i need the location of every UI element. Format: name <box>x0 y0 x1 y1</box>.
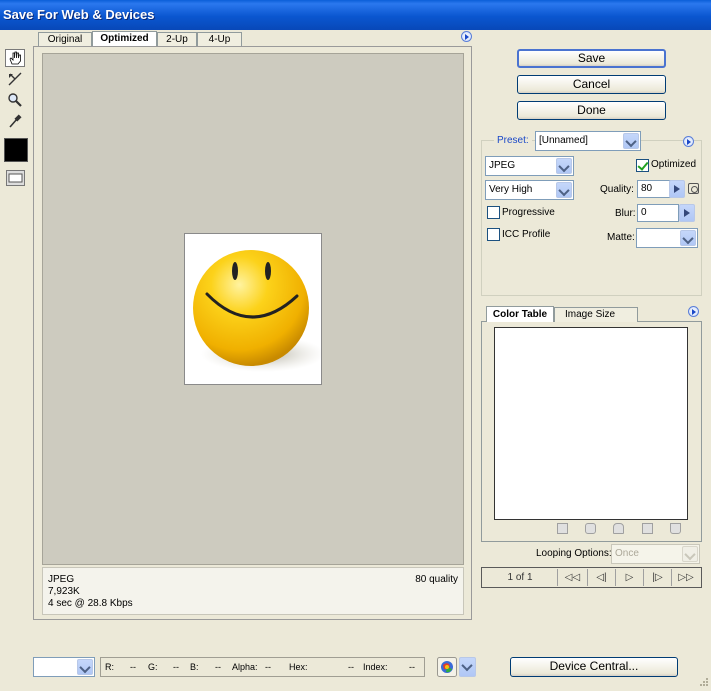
looping-options-dropdown[interactable]: Once <box>611 544 700 564</box>
preview-image[interactable] <box>184 233 322 385</box>
zoom-level-dropdown[interactable] <box>33 657 95 677</box>
title-bar: Save For Web & Devices <box>0 0 711 30</box>
optimized-label: Optimized <box>651 159 697 170</box>
zoom-tool[interactable] <box>5 91 25 109</box>
eyedropper-icon <box>9 114 22 128</box>
r-label: R: <box>105 662 114 672</box>
eyedropper-tool[interactable] <box>5 112 25 130</box>
info-size: 7,923K <box>48 586 80 597</box>
preview-in-browser-button[interactable] <box>437 657 457 677</box>
icc-profile-checkbox[interactable] <box>487 228 500 241</box>
color-readout: R: -- G: -- B: -- Alpha: -- Hex: -- Inde… <box>100 657 425 677</box>
lock-icon[interactable] <box>613 523 624 534</box>
hex-label: Hex: <box>289 662 308 672</box>
looping-options-label: Looping Options: <box>536 548 612 559</box>
next-frame-button[interactable]: |▷ <box>644 570 671 585</box>
quality-preset-dropdown[interactable]: Very High <box>485 180 574 200</box>
quality-channel-icon[interactable] <box>688 183 699 194</box>
quality-value: 80 <box>641 183 653 194</box>
quality-preset-value: Very High <box>489 184 533 195</box>
tab-image-size[interactable]: Image Size <box>554 307 638 322</box>
toggle-slices-button[interactable] <box>6 170 25 186</box>
b-value: -- <box>215 662 221 672</box>
first-frame-button[interactable]: ◁◁ <box>558 570 587 585</box>
save-button[interactable]: Save <box>517 49 666 68</box>
matte-dropdown[interactable] <box>636 228 698 248</box>
play-button[interactable]: ▷ <box>616 570 643 585</box>
web-snap-icon[interactable] <box>585 523 596 534</box>
blur-slider-button[interactable] <box>679 204 695 222</box>
last-frame-button[interactable]: ▷▷ <box>672 570 700 585</box>
alpha-label: Alpha: <box>232 662 258 672</box>
quality-slider-button[interactable] <box>669 180 685 198</box>
hand-tool[interactable] <box>5 49 25 67</box>
tab-color-table[interactable]: Color Table <box>486 306 554 322</box>
resize-grip-icon[interactable] <box>697 677 709 689</box>
preset-dropdown[interactable]: [Unnamed] <box>535 131 641 151</box>
blur-label: Blur: <box>615 208 636 219</box>
optimized-info-panel: JPEG 7,923K 4 sec @ 28.8 Kbps 80 quality <box>42 567 464 615</box>
index-value: -- <box>409 662 415 672</box>
r-value: -- <box>130 662 136 672</box>
matte-label: Matte: <box>607 232 635 243</box>
chevron-down-icon <box>623 133 639 149</box>
index-label: Index: <box>363 662 388 672</box>
window-title: Save For Web & Devices <box>3 7 155 22</box>
chevron-down-icon <box>682 546 698 562</box>
preset-label: Preset: <box>494 135 532 146</box>
slices-icon <box>8 173 23 183</box>
device-central-button[interactable]: Device Central... <box>510 657 678 677</box>
color-table-swatches[interactable] <box>494 327 688 520</box>
eyedropper-color-swatch[interactable] <box>4 138 28 162</box>
map-transparent-icon[interactable] <box>557 523 568 534</box>
tab-original[interactable]: Original <box>38 32 92 46</box>
info-format: JPEG <box>48 574 75 585</box>
quality-input[interactable]: 80 <box>637 180 671 198</box>
icc-profile-label: ICC Profile <box>502 229 551 240</box>
g-value: -- <box>173 662 179 672</box>
blur-value: 0 <box>641 207 647 218</box>
settings-menu-icon[interactable] <box>683 136 694 147</box>
done-button[interactable]: Done <box>517 101 666 120</box>
new-color-icon[interactable] <box>642 523 653 534</box>
frame-counter: 1 of 1 <box>507 572 533 583</box>
optimized-checkbox[interactable] <box>636 159 649 172</box>
looping-options-value: Once <box>615 548 639 559</box>
progressive-checkbox[interactable] <box>487 206 500 219</box>
browser-dropdown[interactable] <box>459 657 476 677</box>
format-dropdown[interactable]: JPEG <box>485 156 574 176</box>
cancel-button[interactable]: Cancel <box>517 75 666 94</box>
preview-menu-icon[interactable] <box>461 31 472 42</box>
trash-icon[interactable] <box>670 523 681 534</box>
color-table-menu-icon[interactable] <box>688 306 699 317</box>
format-value: JPEG <box>489 160 516 171</box>
smiley-image <box>193 250 321 372</box>
slice-select-tool[interactable] <box>5 70 25 88</box>
alpha-value: -- <box>265 662 271 672</box>
quality-label: Quality: <box>600 184 634 195</box>
tab-4up[interactable]: 4-Up <box>197 32 242 46</box>
info-time: 4 sec @ 28.8 Kbps <box>48 598 133 609</box>
blur-input[interactable]: 0 <box>637 204 679 222</box>
chevron-down-icon <box>680 230 696 246</box>
tab-2up[interactable]: 2-Up <box>157 32 197 46</box>
info-quality: 80 quality <box>415 574 458 585</box>
progressive-label: Progressive <box>502 207 555 218</box>
slice-select-icon <box>8 72 22 86</box>
previous-frame-button[interactable]: ◁| <box>588 570 615 585</box>
b-label: B: <box>190 662 199 672</box>
tab-optimized[interactable]: Optimized <box>92 31 157 47</box>
chevron-down-icon <box>77 659 93 675</box>
hand-icon <box>9 51 21 65</box>
preset-value: [Unnamed] <box>539 135 588 146</box>
g-label: G: <box>148 662 158 672</box>
hex-value: -- <box>348 662 354 672</box>
zoom-icon <box>8 93 22 107</box>
chevron-down-icon <box>556 158 572 174</box>
chevron-down-icon <box>556 182 572 198</box>
browser-icon <box>437 657 457 677</box>
